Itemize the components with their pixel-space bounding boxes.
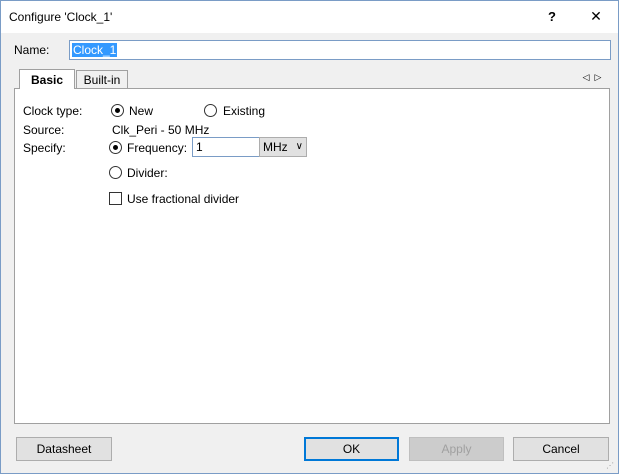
ok-button[interactable]: OK — [304, 437, 399, 461]
chevron-down-icon: ∨ — [295, 141, 303, 152]
resize-grip-icon[interactable]: ⋰ — [606, 461, 616, 471]
name-label: Name: — [14, 43, 50, 57]
specify-label: Specify: — [23, 141, 66, 155]
source-label: Source: — [23, 123, 65, 137]
tab-scroll-left-icon[interactable]: ◁ — [581, 70, 591, 84]
fractional-divider-checkbox[interactable] — [109, 192, 122, 205]
help-button[interactable]: ? — [529, 1, 575, 31]
datasheet-button[interactable]: Datasheet — [16, 437, 112, 461]
close-icon: ✕ — [590, 7, 602, 24]
divider-radio[interactable] — [109, 166, 122, 179]
title-bar: Configure 'Clock_1' ? ✕ — [1, 1, 618, 33]
apply-button: Apply — [409, 437, 504, 461]
clock-type-label: Clock type: — [23, 104, 83, 118]
tab-basic[interactable]: Basic — [19, 69, 75, 89]
clock-type-existing-radio[interactable] — [204, 104, 217, 117]
name-input-value: Clock_1 — [72, 43, 118, 57]
configure-dialog: Configure 'Clock_1' ? ✕ Name: Clock_1 Ba… — [0, 0, 619, 474]
help-icon: ? — [548, 8, 556, 24]
frequency-input[interactable]: 1 — [192, 137, 262, 157]
fractional-divider-label[interactable]: Use fractional divider — [127, 192, 239, 206]
tab-basic-label: Basic — [30, 72, 64, 87]
tab-built-in[interactable]: Built-in — [76, 70, 128, 88]
cancel-button[interactable]: Cancel — [513, 437, 609, 461]
tab-scroll-right-icon[interactable]: ▷ — [593, 70, 603, 84]
frequency-label[interactable]: Frequency: — [127, 141, 187, 155]
clock-type-new-label[interactable]: New — [129, 104, 153, 118]
frequency-unit-select[interactable]: MHz ∨ — [259, 137, 307, 157]
clock-type-existing-label[interactable]: Existing — [223, 104, 265, 118]
divider-label[interactable]: Divider: — [127, 166, 168, 180]
source-value: Clk_Peri - 50 MHz — [112, 123, 210, 137]
window-title: Configure 'Clock_1' — [9, 10, 113, 24]
close-button[interactable]: ✕ — [573, 1, 618, 31]
frequency-radio[interactable] — [109, 141, 122, 154]
basic-tab-panel: Clock type: New Existing Source: Clk_Per… — [14, 88, 610, 424]
tab-built-in-label: Built-in — [83, 72, 121, 87]
frequency-unit-value: MHz — [263, 140, 288, 154]
name-input[interactable]: Clock_1 — [69, 40, 611, 60]
clock-type-new-radio[interactable] — [111, 104, 124, 117]
